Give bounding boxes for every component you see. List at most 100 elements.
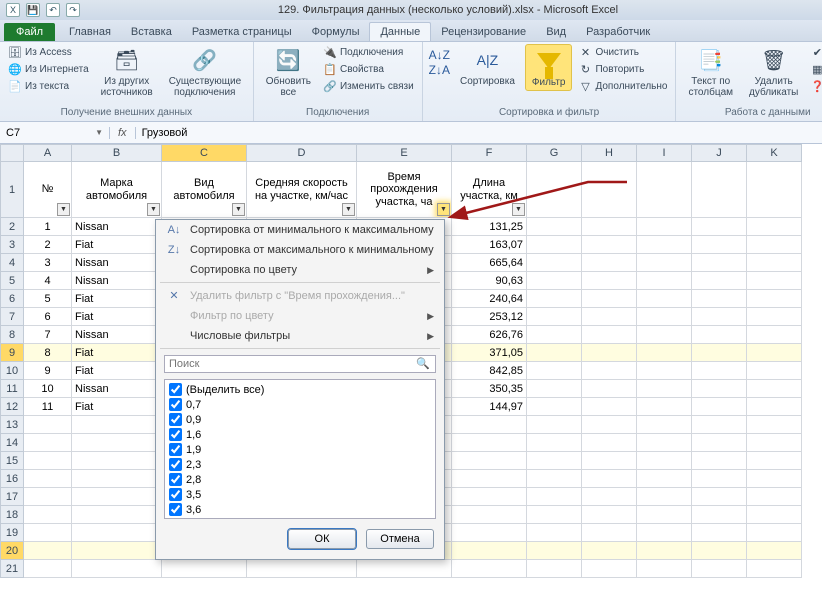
- cell-empty[interactable]: [692, 218, 747, 236]
- row-header[interactable]: 20: [0, 542, 24, 560]
- edit-links-button[interactable]: 🔗Изменить связи: [321, 78, 416, 94]
- cell-empty[interactable]: [692, 326, 747, 344]
- row-header[interactable]: 10: [0, 362, 24, 380]
- cell-empty[interactable]: [527, 398, 582, 416]
- cell-empty[interactable]: [527, 344, 582, 362]
- cell-empty[interactable]: [692, 272, 747, 290]
- cell-empty[interactable]: [527, 308, 582, 326]
- cell-empty[interactable]: [747, 344, 802, 362]
- filter-search-input[interactable]: [164, 355, 436, 373]
- cell-empty[interactable]: [747, 434, 802, 452]
- cell-empty[interactable]: [72, 506, 162, 524]
- cell-num[interactable]: 9: [24, 362, 72, 380]
- cell-empty[interactable]: [582, 506, 637, 524]
- row-header[interactable]: 18: [0, 506, 24, 524]
- cell-empty[interactable]: [527, 380, 582, 398]
- cell-empty[interactable]: [692, 434, 747, 452]
- sort-by-color-item[interactable]: Сортировка по цвету▶: [156, 260, 444, 280]
- cell-empty[interactable]: [637, 542, 692, 560]
- cell-length[interactable]: 144,97: [452, 398, 527, 416]
- cell-empty[interactable]: [637, 344, 692, 362]
- cell-empty[interactable]: [72, 470, 162, 488]
- row-header[interactable]: 8: [0, 326, 24, 344]
- cell-num[interactable]: 8: [24, 344, 72, 362]
- filter-value-input[interactable]: [169, 518, 182, 519]
- cell-empty[interactable]: [637, 362, 692, 380]
- header-cell-type[interactable]: Вид автомобиля▼: [162, 162, 247, 218]
- cell-empty[interactable]: [637, 218, 692, 236]
- cell-empty[interactable]: [747, 162, 802, 218]
- cell-empty[interactable]: [582, 218, 637, 236]
- header-cell-speed[interactable]: Средняя скорость на участке, км/час▼: [247, 162, 357, 218]
- cell-empty[interactable]: [747, 398, 802, 416]
- cell-empty[interactable]: [357, 560, 452, 578]
- cell-empty[interactable]: [747, 362, 802, 380]
- cell-empty[interactable]: [747, 236, 802, 254]
- cell-empty[interactable]: [452, 488, 527, 506]
- cell-empty[interactable]: [582, 416, 637, 434]
- cell-empty[interactable]: [637, 290, 692, 308]
- file-tab[interactable]: Файл: [4, 23, 55, 41]
- cell-length[interactable]: 90,63: [452, 272, 527, 290]
- cell-empty[interactable]: [637, 326, 692, 344]
- cell-empty[interactable]: [452, 470, 527, 488]
- cell-length[interactable]: 240,64: [452, 290, 527, 308]
- cell-empty[interactable]: [24, 560, 72, 578]
- cell-empty[interactable]: [747, 488, 802, 506]
- row-header[interactable]: 5: [0, 272, 24, 290]
- header-cell-time[interactable]: Время прохождения участка, ча▼: [357, 162, 452, 218]
- tab-review[interactable]: Рецензирование: [431, 23, 536, 41]
- cell-empty[interactable]: [582, 398, 637, 416]
- cell-empty[interactable]: [747, 506, 802, 524]
- filter-value-checkbox[interactable]: 1,9: [169, 442, 431, 457]
- filter-value-input[interactable]: [169, 488, 182, 501]
- cell-empty[interactable]: [637, 416, 692, 434]
- cell-empty[interactable]: [582, 380, 637, 398]
- filter-values-list[interactable]: (Выделить все) 0,70,91,61,92,32,83,53,64…: [164, 379, 436, 519]
- tab-data[interactable]: Данные: [369, 22, 431, 41]
- filter-value-input[interactable]: [169, 473, 182, 486]
- tab-developer[interactable]: Разработчик: [576, 23, 660, 41]
- redo-icon[interactable]: ↷: [66, 3, 80, 17]
- cell-empty[interactable]: [582, 326, 637, 344]
- cell-empty[interactable]: [452, 524, 527, 542]
- cell-empty[interactable]: [747, 218, 802, 236]
- row-header[interactable]: 14: [0, 434, 24, 452]
- cell-empty[interactable]: [527, 290, 582, 308]
- cell-empty[interactable]: [452, 542, 527, 560]
- cell-empty[interactable]: [582, 254, 637, 272]
- cell-empty[interactable]: [692, 236, 747, 254]
- cell-empty[interactable]: [527, 272, 582, 290]
- cell-length[interactable]: 371,05: [452, 344, 527, 362]
- col-header-J[interactable]: J: [692, 144, 747, 162]
- cell-empty[interactable]: [637, 488, 692, 506]
- cell-empty[interactable]: [452, 560, 527, 578]
- col-header-A[interactable]: A: [24, 144, 72, 162]
- col-header-K[interactable]: K: [747, 144, 802, 162]
- row-header[interactable]: 3: [0, 236, 24, 254]
- cell-empty[interactable]: [582, 560, 637, 578]
- cell-num[interactable]: 3: [24, 254, 72, 272]
- cell-empty[interactable]: [692, 452, 747, 470]
- cell-empty[interactable]: [637, 398, 692, 416]
- filter-arrow-F[interactable]: ▼: [512, 203, 525, 216]
- cancel-button[interactable]: Отмена: [366, 529, 434, 549]
- clear-filter-button[interactable]: ✕Очистить: [576, 44, 669, 60]
- cell-empty[interactable]: [24, 524, 72, 542]
- cell-length[interactable]: 253,12: [452, 308, 527, 326]
- tab-home[interactable]: Главная: [59, 23, 121, 41]
- cell-empty[interactable]: [582, 452, 637, 470]
- cell-empty[interactable]: [747, 272, 802, 290]
- filter-arrow-A[interactable]: ▼: [57, 203, 70, 216]
- cell-num[interactable]: 11: [24, 398, 72, 416]
- cell-brand[interactable]: Fiat: [72, 236, 162, 254]
- cell-empty[interactable]: [527, 434, 582, 452]
- cell-empty[interactable]: [582, 524, 637, 542]
- cell-empty[interactable]: [637, 452, 692, 470]
- number-filters-item[interactable]: Числовые фильтры▶: [156, 326, 444, 346]
- sort-ascending-item[interactable]: A↓Сортировка от минимального к максималь…: [156, 220, 444, 240]
- cell-empty[interactable]: [72, 488, 162, 506]
- filter-value-checkbox[interactable]: 3,6: [169, 502, 431, 517]
- cell-empty[interactable]: [747, 416, 802, 434]
- cell-empty[interactable]: [692, 344, 747, 362]
